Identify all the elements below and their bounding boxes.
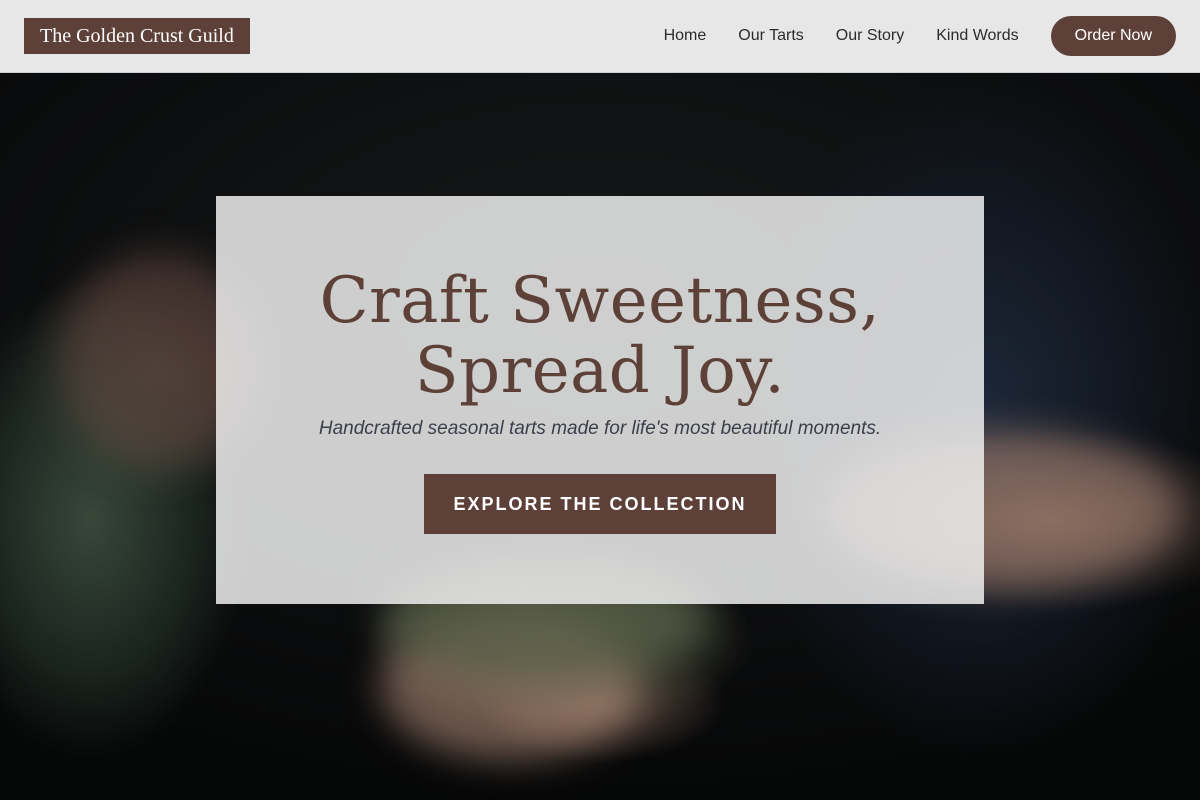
- hero-title: Craft Sweetness, Spread Joy.: [216, 266, 984, 406]
- site-header: The Golden Crust Guild Home Our Tarts Ou…: [0, 0, 1200, 73]
- explore-collection-button[interactable]: EXPLORE THE COLLECTION: [424, 474, 776, 534]
- main-nav: Home Our Tarts Our Story Kind Words Orde…: [664, 16, 1176, 56]
- nav-our-story[interactable]: Our Story: [836, 27, 904, 45]
- hero-card: Craft Sweetness, Spread Joy. Handcrafted…: [216, 196, 984, 604]
- brand-logo[interactable]: The Golden Crust Guild: [24, 18, 250, 54]
- nav-home[interactable]: Home: [664, 27, 707, 45]
- hero-title-line-2: Spread Joy.: [414, 334, 786, 408]
- nav-our-tarts[interactable]: Our Tarts: [738, 27, 804, 45]
- nav-kind-words[interactable]: Kind Words: [936, 27, 1018, 45]
- hero-subtitle: Handcrafted seasonal tarts made for life…: [318, 418, 882, 439]
- hero-title-line-1: Craft Sweetness,: [319, 264, 881, 338]
- order-now-button[interactable]: Order Now: [1050, 16, 1176, 56]
